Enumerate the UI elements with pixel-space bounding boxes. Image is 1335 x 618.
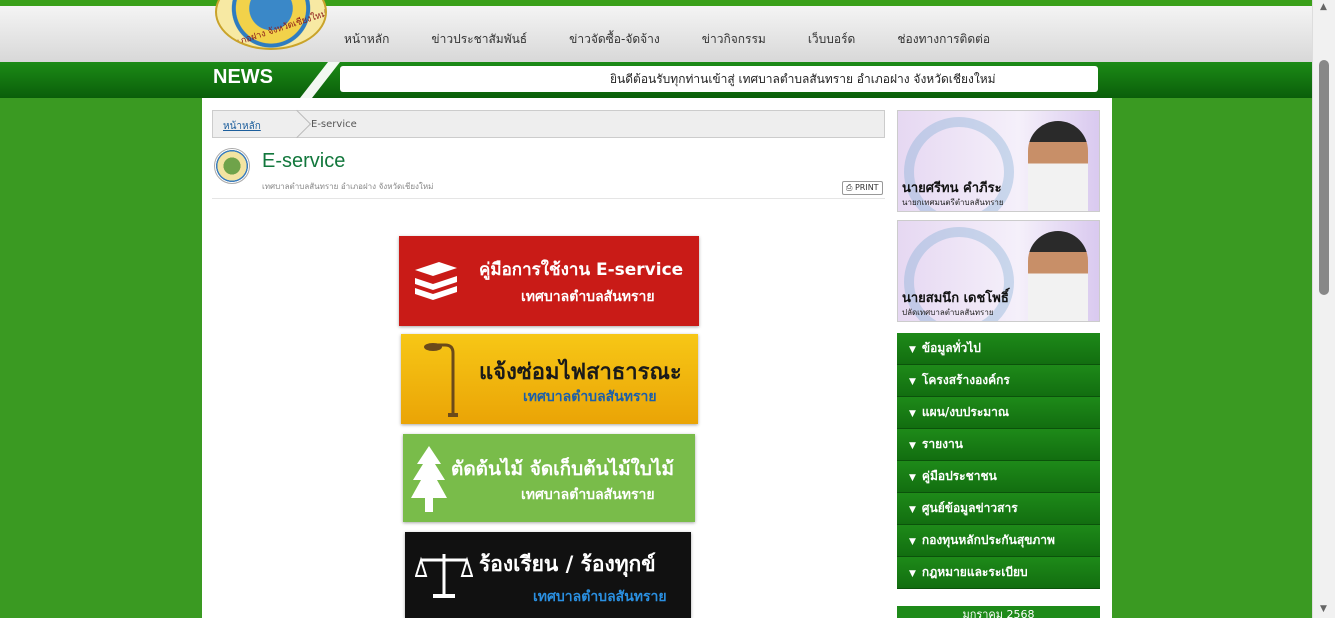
portrait-photo <box>1028 121 1088 211</box>
nav-home[interactable]: หน้าหลัก <box>344 30 389 49</box>
menu-budget[interactable]: ▼ แผน/งบประมาณ <box>897 397 1100 429</box>
streetlight-icon <box>424 343 458 417</box>
sidebar-menu: ▼ ข้อมูลทั่วไป ▼ โครงสร้างองค์กร ▼ แผน/งบปร… <box>897 333 1100 589</box>
seal-icon <box>214 148 250 184</box>
mayor-portrait[interactable]: นายศรีทน คำภีระ นายกเทศมนตรีตำบลสันทราย <box>897 110 1100 212</box>
official-title: ปลัดเทศบาลตำบลสันทราย <box>902 308 994 317</box>
news-label: NEWS <box>213 66 273 88</box>
municipality-logo[interactable]: อำเภอฝาง จังหวัดเชียงใหม่ <box>215 0 327 50</box>
books-icon <box>415 262 457 300</box>
news-ticker[interactable]: ยินดีต้อนรับทุกท่านเข้าสู่ เทศบาลตำบลสัน… <box>340 66 1098 92</box>
scales-icon <box>415 554 473 598</box>
official-name: นายศรีทน คำภีระ <box>902 181 1002 196</box>
news-bar: NEWS ยินดีต้อนรับทุกท่านเข้าสู่ เทศบาลตำ… <box>0 62 1312 98</box>
caret-down-icon: ▼ <box>909 569 916 579</box>
menu-label: ข้อมูลทั่วไป <box>921 341 981 355</box>
banner-subtitle: เทศบาลตำบลสันทราย <box>521 289 655 305</box>
banner-subtitle: เทศบาลตำบลสันทราย <box>521 487 655 503</box>
nav-contact[interactable]: ช่องทางการติดต่อ <box>897 30 990 49</box>
menu-org-structure[interactable]: ▼ โครงสร้างองค์กร <box>897 365 1100 397</box>
menu-citizen-manual[interactable]: ▼ คู่มือประชาชน <box>897 461 1100 493</box>
main-nav: หน้าหลัก ข่าวประชาสัมพันธ์ ข่าวจัดซื้อ-จ… <box>330 30 990 49</box>
banner-tree-cutting[interactable]: ตัดต้นไม้ จัดเก็บต้นไม้ใบไม้ เทศบาลตำบลส… <box>403 434 695 522</box>
menu-label: โครงสร้างองค์กร <box>921 373 1010 387</box>
clerk-portrait[interactable]: นายสมนึก เดชโพธิ์ ปลัดเทศบาลตำบลสันทราย <box>897 220 1100 322</box>
menu-label: รายงาน <box>921 437 963 451</box>
top-navigation: อำเภอฝาง จังหวัดเชียงใหม่ หน้าหลัก ข่าวป… <box>0 0 1312 62</box>
banner-title: ตัดต้นไม้ จัดเก็บต้นไม้ใบไม้ <box>451 458 675 480</box>
caret-down-icon: ▼ <box>909 441 916 451</box>
scrollbar-thumb[interactable] <box>1319 60 1329 295</box>
banner-complaints[interactable]: ร้องเรียน / ร้องทุกข์ เทศบาลตำบลสันทราย <box>405 532 691 618</box>
banner-subtitle: เทศบาลตำบลสันทราย <box>523 389 657 405</box>
calendar-header[interactable]: มกราคม 2568 <box>897 606 1100 618</box>
caret-down-icon: ▼ <box>909 473 916 483</box>
nav-pr-news[interactable]: ข่าวประชาสัมพันธ์ <box>431 30 527 49</box>
banner-eservice-manual[interactable]: คู่มือการใช้งาน E-service เทศบาลตำบลสันท… <box>399 236 699 326</box>
page-title: E-service <box>262 150 346 172</box>
caret-down-icon: ▼ <box>909 377 916 387</box>
banner-title: ร้องเรียน / ร้องทุกข์ <box>479 552 656 576</box>
caret-down-icon: ▼ <box>909 409 916 419</box>
banner-streetlight-repair[interactable]: แจ้งซ่อมไฟสาธารณะ เทศบาลตำบลสันทราย <box>401 334 698 424</box>
scroll-up-icon[interactable]: ▲ <box>1320 2 1327 12</box>
breadcrumb-separator <box>282 109 312 139</box>
menu-label: ศูนย์ข้อมูลข่าวสาร <box>921 501 1018 515</box>
banner-title: คู่มือการใช้งาน E-service <box>479 260 684 280</box>
banner-title: แจ้งซ่อมไฟสาธารณะ <box>479 360 682 385</box>
caret-down-icon: ▼ <box>909 345 916 355</box>
breadcrumb-home[interactable]: หน้าหลัก <box>223 119 261 134</box>
scroll-down-icon[interactable]: ▼ <box>1320 604 1327 614</box>
menu-label: กฎหมายและระเบียบ <box>921 565 1028 579</box>
menu-laws[interactable]: ▼ กฎหมายและระเบียบ <box>897 557 1100 589</box>
menu-label: แผน/งบประมาณ <box>921 405 1010 419</box>
news-divider <box>300 62 340 98</box>
menu-reports[interactable]: ▼ รายงาน <box>897 429 1100 461</box>
official-name: นายสมนึก เดชโพธิ์ <box>902 291 1009 306</box>
menu-health-fund[interactable]: ▼ กองทุนหลักประกันสุขภาพ <box>897 525 1100 557</box>
portrait-photo <box>1028 231 1088 321</box>
breadcrumb-current: E-service <box>311 119 357 130</box>
logo-text: อำเภอฝาง จังหวัดเชียงใหม่ <box>226 9 327 50</box>
nav-procurement[interactable]: ข่าวจัดซื้อ-จัดจ้าง <box>569 30 660 49</box>
official-title: นายกเทศมนตรีตำบลสันทราย <box>902 198 1004 207</box>
menu-label: คู่มือประชาชน <box>921 469 997 483</box>
page-scrollbar[interactable]: ▲ ▼ <box>1312 0 1335 618</box>
tree-icon <box>411 446 447 512</box>
print-button[interactable]: ⎙ PRINT <box>842 181 883 195</box>
nav-activities[interactable]: ข่าวกิจกรรม <box>702 30 766 49</box>
breadcrumb: หน้าหลัก E-service <box>212 109 885 139</box>
menu-label: กองทุนหลักประกันสุขภาพ <box>921 533 1055 547</box>
page-subtitle: เทศบาลตำบลสันทราย อำเภอฝาง จังหวัดเชียงใ… <box>262 182 434 191</box>
print-label: PRINT <box>854 183 879 192</box>
banner-subtitle: เทศบาลตำบลสันทราย <box>533 589 667 605</box>
menu-general-info[interactable]: ▼ ข้อมูลทั่วไป <box>897 333 1100 365</box>
nav-webboard[interactable]: เว็บบอร์ด <box>808 30 856 49</box>
caret-down-icon: ▼ <box>909 505 916 515</box>
caret-down-icon: ▼ <box>909 537 916 547</box>
menu-info-center[interactable]: ▼ ศูนย์ข้อมูลข่าวสาร <box>897 493 1100 525</box>
divider <box>212 198 885 199</box>
